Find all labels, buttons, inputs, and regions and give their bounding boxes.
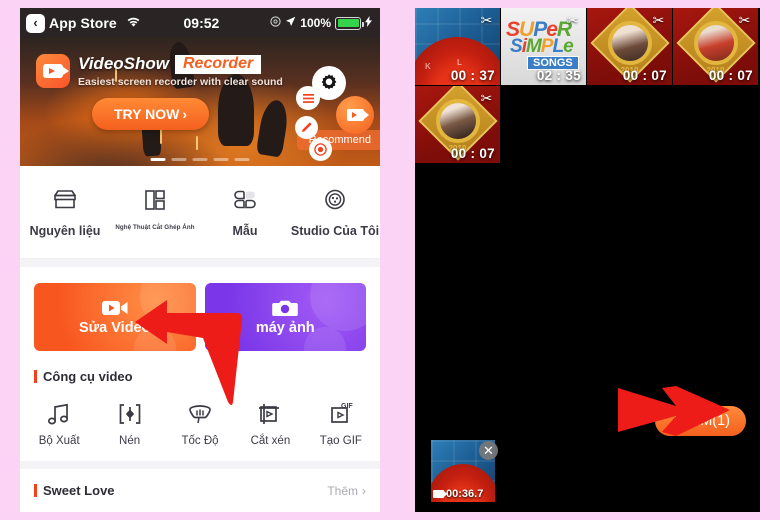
chevron-right-icon: › (182, 106, 188, 122)
video-clip-icon (433, 490, 447, 498)
logo-line-2: SiMPLe (510, 36, 574, 57)
thumbnail-duration: 02 : 35 (536, 68, 581, 83)
section-accent-bar (34, 370, 37, 383)
banner-title-row: VideoShow Recorder (78, 54, 262, 74)
section-divider (20, 259, 380, 267)
video-thumbnail[interactable]: 2019 ✂ 00 : 07 (673, 8, 759, 86)
video-thumbnail-grid: K L ✂ 00 : 37 SUPeR SiMPLe SONGS ✂ 02 : … (415, 8, 760, 164)
annotation-arrow-left (135, 300, 243, 405)
thumbnail-duration: 00 : 37 (450, 68, 495, 83)
annotation-arrow-right (618, 386, 730, 436)
banner-title-highlight: Recorder (175, 54, 262, 74)
tool-item-crop[interactable]: Cắt xén (235, 402, 305, 447)
screenshot-stage: ‹ App Store 09:52 100% VideoShow Recorde… (0, 0, 780, 520)
tool-item-label: Tốc Độ (181, 435, 219, 447)
status-right-cluster: 100% (270, 16, 372, 30)
section-title: Công cụ video (43, 369, 133, 384)
wifi-icon (126, 16, 141, 31)
status-time: 09:52 (183, 15, 220, 31)
video-thumbnail[interactable]: 2019 ✂ 00 : 07 (415, 86, 501, 164)
sidebar-item-label: Nguyên liệu (29, 224, 101, 238)
section-divider (20, 461, 380, 469)
photo-camera-icon (271, 298, 299, 318)
see-more-label: Thêm (327, 483, 358, 498)
video-thumbnail[interactable]: SUPeR SiMPLe SONGS ✂ 02 : 35 (501, 8, 587, 86)
quick-nav-row: Nguyên liệu Nghệ Thuật Cắt Ghép Ảnh Mẫu … (20, 166, 380, 259)
scissors-icon[interactable]: ✂ (478, 12, 495, 29)
chevron-right-icon: › (362, 483, 366, 498)
location-arrow-icon (285, 16, 296, 30)
scissors-icon[interactable]: ✂ (478, 90, 495, 107)
collage-icon (140, 188, 170, 214)
thumbnail-duration: 00 : 07 (450, 146, 495, 161)
sweet-love-header: Sweet Love Thêm › (20, 469, 380, 500)
tool-item-make-gif[interactable]: GIF Tạo GIF (306, 402, 376, 447)
studio-circle-icon (320, 188, 350, 214)
close-icon[interactable]: ✕ (479, 441, 498, 460)
store-icon (50, 188, 80, 214)
record-icon[interactable] (309, 138, 332, 161)
banner-pagination-dots[interactable] (150, 158, 250, 161)
videoshow-app-icon (36, 54, 70, 88)
sidebar-item-label: Nghệ Thuật Cắt Ghép Ảnh (115, 224, 195, 231)
back-to-app-store-button[interactable]: ‹ App Store (26, 13, 141, 33)
banner-title-main: VideoShow (78, 54, 169, 73)
sidebar-item-my-studio[interactable]: Studio Của Tôi (290, 188, 380, 238)
list-icon[interactable] (296, 86, 320, 110)
camera-label: máy ảnh (255, 320, 315, 336)
tool-item-label: Bộ Xuất (38, 435, 80, 447)
svg-text:GIF: GIF (341, 403, 353, 410)
sidebar-item-photo-collage[interactable]: Nghệ Thuật Cắt Ghép Ảnh (110, 188, 200, 238)
sidebar-item-label: Studio Của Tôi (290, 224, 380, 238)
scissors-icon[interactable]: ✂ (564, 12, 581, 29)
left-phone-screen: ‹ App Store 09:52 100% VideoShow Recorde… (20, 8, 380, 512)
music-note-icon (46, 402, 72, 426)
template-grid-icon (230, 188, 260, 214)
bolt-icon (365, 16, 372, 30)
battery-icon (335, 16, 364, 30)
section-title: Sweet Love (43, 483, 115, 498)
try-now-label: TRY NOW (114, 106, 180, 122)
scissors-icon[interactable]: ✂ (650, 12, 667, 29)
tool-item-label: Tạo GIF (319, 435, 362, 447)
sidebar-item-label: Mẫu (232, 224, 258, 238)
try-now-button[interactable]: TRY NOW › (92, 98, 210, 130)
crop-icon (257, 402, 283, 426)
video-thumbnail[interactable]: K L ✂ 00 : 37 (415, 8, 501, 86)
video-camera-icon[interactable] (336, 96, 374, 134)
promo-banner[interactable]: VideoShow Recorder Easiest screen record… (20, 38, 380, 166)
sidebar-item-materials[interactable]: Nguyên liệu (20, 188, 110, 238)
pen-icon[interactable] (295, 116, 318, 139)
back-label: App Store (49, 15, 117, 31)
selected-clip-duration: 00:36.7 (446, 488, 484, 500)
scissors-icon[interactable]: ✂ (736, 12, 753, 29)
card-bubble (310, 283, 366, 331)
alarm-icon (270, 16, 281, 30)
selected-clip-duration-row: 00:36.7 (433, 488, 483, 500)
status-bar: ‹ App Store 09:52 100% (20, 8, 380, 38)
banner-subtitle: Easiest screen recorder with clear sound (78, 76, 283, 88)
thumbnail-duration: 00 : 07 (622, 68, 667, 83)
sidebar-item-templates[interactable]: Mẫu (200, 188, 290, 238)
tool-item-export[interactable]: Bộ Xuất (24, 402, 94, 447)
section-accent-bar (34, 484, 37, 497)
tool-item-label: Cắt xén (250, 435, 291, 447)
video-camera-icon (101, 298, 129, 318)
tool-item-label: Nén (119, 435, 141, 447)
battery-percent: 100% (300, 16, 331, 30)
thumbnail-duration: 00 : 07 (708, 68, 753, 83)
banner-spark (196, 136, 198, 150)
banner-silhouette (255, 98, 291, 158)
see-more-link[interactable]: Thêm › (327, 484, 366, 498)
gif-icon: GIF (328, 402, 354, 426)
video-thumbnail[interactable]: 2019 ✂ 00 : 07 (587, 8, 673, 86)
chevron-left-icon: ‹ (26, 13, 45, 33)
